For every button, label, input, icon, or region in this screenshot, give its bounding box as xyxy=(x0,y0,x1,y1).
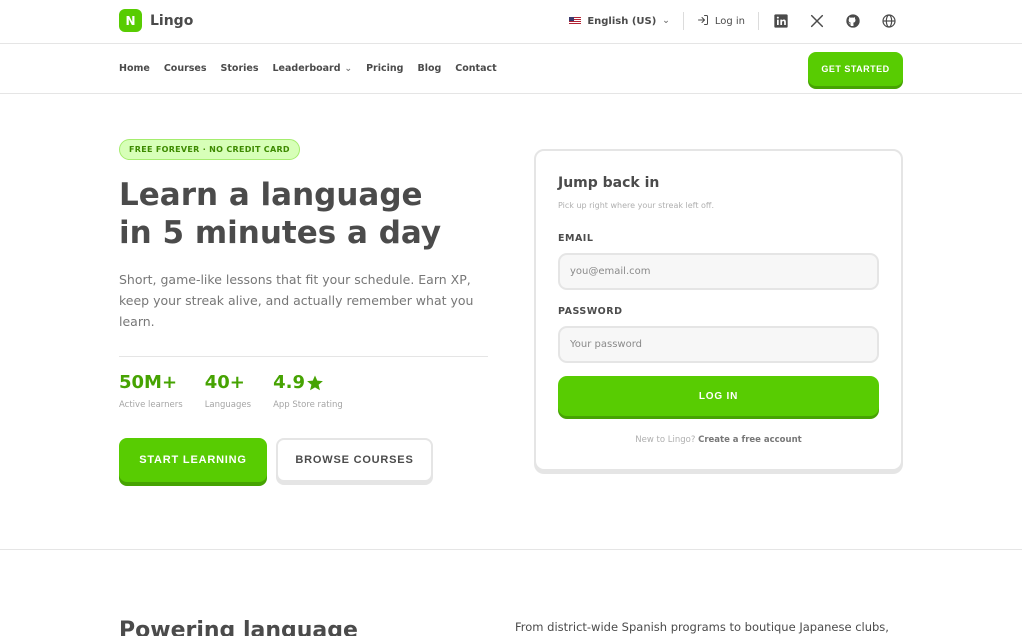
nav-item-stories[interactable]: Stories xyxy=(221,63,259,74)
nav-item-blog[interactable]: Blog xyxy=(417,63,441,74)
headline-line-2: in 5 minutes a day xyxy=(119,215,442,251)
card-title: Jump back in xyxy=(558,175,660,191)
section-divider xyxy=(0,549,1022,550)
chevron-down-icon: ⌄ xyxy=(662,16,670,26)
social-links xyxy=(772,12,898,30)
linkedin-icon[interactable] xyxy=(772,12,790,30)
stat-value: 4.9 xyxy=(273,372,343,393)
card-subtitle: Pick up right where your streak left off… xyxy=(558,201,714,210)
star-icon xyxy=(307,375,323,390)
stat-label: Active learners xyxy=(119,400,183,410)
stats-row: 50M+ Active learners 40+ Languages 4.9 A… xyxy=(119,372,343,410)
stat-rating: 4.9 App Store rating xyxy=(273,372,343,410)
password-field[interactable] xyxy=(558,326,879,363)
nav-label: Blog xyxy=(417,63,442,74)
chevron-down-icon: ⌄ xyxy=(344,63,353,74)
hero-headline: Learn a language in 5 minutes a day xyxy=(119,176,519,252)
section-heading: Powering language xyxy=(119,618,358,636)
github-icon[interactable] xyxy=(844,12,862,30)
nav-item-leaderboard[interactable]: Leaderboard ⌄ xyxy=(272,63,352,74)
login-link[interactable]: Log in xyxy=(697,14,745,29)
nav-label: Contact xyxy=(455,63,497,74)
stat-learners: 50M+ Active learners xyxy=(119,372,183,410)
nav-item-pricing[interactable]: Pricing xyxy=(366,63,403,74)
headline-line-1: Learn a language xyxy=(119,177,423,213)
divider xyxy=(682,12,684,30)
stat-label: App Store rating xyxy=(273,400,343,410)
free-badge: FREE FOREVER · NO CREDIT CARD xyxy=(119,139,300,160)
nav-label: Leaderboard xyxy=(272,63,341,74)
nav-item-home[interactable]: Home xyxy=(119,63,150,74)
hero-subtext: Short, game-like lessons that fit your s… xyxy=(119,272,474,329)
main-nav: Home Courses Stories Leaderboard ⌄ Pricin… xyxy=(0,44,1022,94)
logo[interactable]: N Lingo xyxy=(119,9,193,32)
top-right-controls: English (US) ⌄ Log in xyxy=(569,10,898,32)
stat-languages: 40+ Languages xyxy=(205,372,251,410)
globe-icon[interactable] xyxy=(880,12,898,30)
create-account-link[interactable]: Create a free account xyxy=(698,435,802,445)
stat-value: 40+ xyxy=(204,372,245,393)
divider xyxy=(758,12,759,30)
login-card: Jump back in Pick up right where your st… xyxy=(534,149,903,471)
nav-label: Courses xyxy=(163,63,207,74)
nav-label: Stories xyxy=(220,63,259,74)
logo-text: Lingo xyxy=(150,12,194,29)
stat-label: Languages xyxy=(204,400,252,410)
email-label: EMAIL xyxy=(558,233,594,244)
nav-item-contact[interactable]: Contact xyxy=(455,63,496,74)
stat-value: 50M+ xyxy=(119,372,178,393)
signup-prompt: New to Lingo? Create a free account xyxy=(536,435,901,445)
browse-courses-button[interactable]: BROWSE COURSES xyxy=(276,438,433,482)
login-icon xyxy=(697,14,709,29)
language-label: English (US) xyxy=(587,15,657,27)
get-started-button[interactable]: GET STARTED xyxy=(808,52,903,86)
login-button[interactable]: LOG IN xyxy=(558,376,879,416)
section-text: From district-wide Spanish programs to b… xyxy=(515,620,889,634)
nav-label: Home xyxy=(119,63,150,74)
language-selector[interactable]: English (US) ⌄ xyxy=(569,16,670,27)
nav-label: Pricing xyxy=(366,63,404,74)
top-bar: N Lingo English (US) ⌄ Log in xyxy=(0,0,1022,44)
signup-text: New to Lingo? xyxy=(635,435,696,445)
email-field[interactable] xyxy=(558,253,879,290)
nav-links: Home Courses Stories Leaderboard ⌄ Pricin… xyxy=(119,44,497,93)
start-learning-button[interactable]: START LEARNING xyxy=(119,438,267,482)
password-label: PASSWORD xyxy=(558,306,623,317)
rating-value: 4.9 xyxy=(273,372,305,393)
logo-mark: N xyxy=(119,9,142,32)
us-flag-icon xyxy=(569,17,582,25)
login-label: Log in xyxy=(714,15,745,27)
x-icon[interactable] xyxy=(808,12,826,30)
divider xyxy=(119,356,488,357)
nav-item-courses[interactable]: Courses xyxy=(164,63,207,74)
